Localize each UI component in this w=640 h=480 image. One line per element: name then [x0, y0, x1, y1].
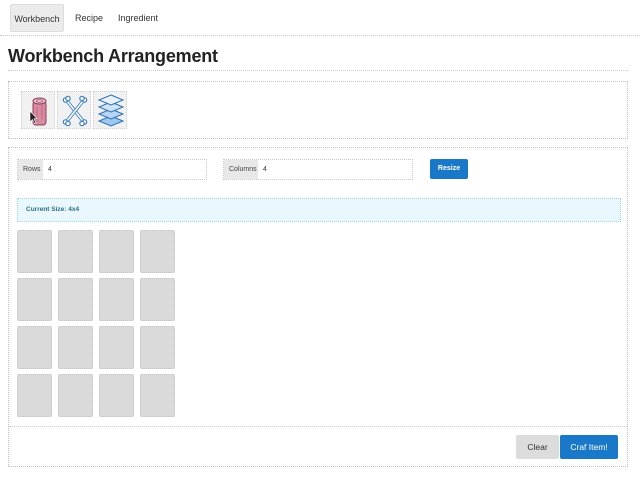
grid-cell[interactable]: [140, 326, 175, 369]
grid-cell[interactable]: [17, 374, 52, 417]
grid-cell[interactable]: [140, 374, 175, 417]
palette-item-wood-log[interactable]: [21, 91, 55, 129]
rows-input-group: Rows: [17, 159, 207, 180]
stacked-layers-icon: [97, 94, 125, 127]
nav-tabs: Workbench Recipe Ingredient: [0, 0, 640, 36]
grid-cell[interactable]: [99, 278, 134, 321]
tab-workbench[interactable]: Workbench: [10, 4, 64, 32]
grid-cell[interactable]: [58, 230, 93, 273]
craft-item-button[interactable]: Craf Item!: [560, 435, 618, 459]
page-title: Workbench Arrangement: [8, 46, 218, 66]
ingredient-palette: [8, 81, 628, 139]
grid-cell[interactable]: [17, 326, 52, 369]
columns-input-group: Columns: [223, 159, 413, 180]
current-size-alert: Current Size: 4x4: [17, 198, 621, 222]
columns-label: Columns: [224, 160, 263, 179]
grid-cell[interactable]: [99, 230, 134, 273]
grid-cell[interactable]: [140, 230, 175, 273]
rows-input[interactable]: [43, 160, 206, 179]
grid-cell[interactable]: [17, 230, 52, 273]
grid-cell[interactable]: [99, 374, 134, 417]
grid-cell[interactable]: [58, 278, 93, 321]
columns-input[interactable]: [258, 160, 412, 179]
grid-cell[interactable]: [58, 326, 93, 369]
title-divider: [8, 70, 628, 71]
grid-cell[interactable]: [17, 278, 52, 321]
grid-cell[interactable]: [58, 374, 93, 417]
palette-item-layers[interactable]: [93, 91, 127, 129]
crossed-bones-icon: [62, 95, 88, 127]
tab-ingredient[interactable]: Ingredient: [114, 4, 162, 32]
clear-button[interactable]: Clear: [516, 435, 559, 459]
tab-recipe[interactable]: Recipe: [70, 4, 108, 32]
workbench-panel: Rows Columns Resize Current Size: 4x4 Cl…: [8, 147, 628, 467]
wood-log-icon: [29, 97, 47, 126]
palette-item-bones[interactable]: [57, 91, 91, 129]
grid-cell[interactable]: [140, 278, 175, 321]
footer-divider: [9, 426, 627, 427]
grid-cell[interactable]: [99, 326, 134, 369]
resize-button[interactable]: Resize: [430, 159, 468, 179]
